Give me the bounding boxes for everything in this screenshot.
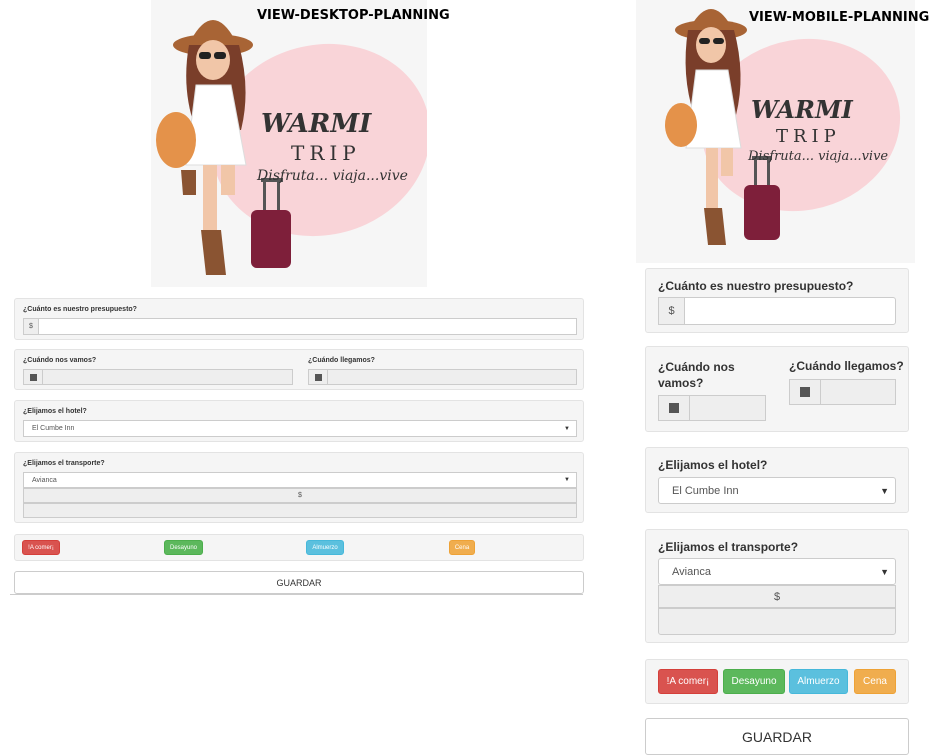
currency-addon: $ (658, 585, 896, 608)
arrive-date-label: ¿Cuándo llegamos? (789, 359, 904, 373)
calendar-icon (23, 369, 43, 385)
hotel-selected-value: El Cumbe Inn (32, 425, 75, 432)
currency-addon: $ (23, 488, 577, 503)
chevron-down-icon: ▼ (564, 477, 570, 483)
calendar-icon (789, 379, 821, 405)
budget-label: ¿Cuánto es nuestro presupuesto? (23, 306, 137, 313)
desktop-hotel-panel: ¿Elijamos el hotel? El Cumbe Inn ▼ (14, 400, 584, 442)
transport-cost-input[interactable] (658, 608, 896, 635)
desktop-budget-panel: ¿Cuánto es nuestro presupuesto? $ (14, 298, 584, 340)
arrive-date-input[interactable] (327, 369, 577, 385)
budget-label: ¿Cuánto es nuestro presupuesto? (658, 279, 854, 293)
warmi-trip-logo: WARMI TRIP Disfruta... viaja...vive (156, 20, 427, 275)
save-button[interactable]: GUARDAR (645, 718, 909, 755)
depart-date-input[interactable] (689, 395, 766, 421)
meal-button-cena[interactable]: Cena (854, 669, 896, 694)
svg-text:Disfruta... viaja...vive: Disfruta... viaja...vive (747, 149, 888, 164)
mobile-view-label: VIEW-MOBILE-PLANNING (749, 10, 930, 25)
budget-input[interactable] (684, 297, 896, 325)
mobile-budget-panel: ¿Cuánto es nuestro presupuesto? $ (645, 268, 909, 333)
depart-date-input[interactable] (42, 369, 293, 385)
mobile-meals-panel: !A comer¡ Desayuno Almuerzo Cena (645, 659, 909, 704)
hotel-select[interactable]: El Cumbe Inn ▼ (23, 420, 577, 437)
desktop-bottom-divider (10, 594, 583, 595)
transport-select[interactable]: Avianca ▼ (23, 472, 577, 488)
transport-selected-value: Avianca (32, 476, 57, 484)
mobile-hotel-panel: ¿Elijamos el hotel? El Cumbe Inn ▼ (645, 447, 909, 513)
desktop-transport-panel: ¿Elijamos el transporte? Avianca ▼ $ (14, 452, 584, 523)
desktop-hero-logo: WARMI TRIP Disfruta... viaja...vive (151, 0, 427, 287)
mobile-transport-panel: ¿Elijamos el transporte? Avianca ▼ $ (645, 529, 909, 643)
transport-label: ¿Elijamos el transporte? (23, 460, 105, 467)
depart-date-label: ¿Cuándo nos vamos? (658, 360, 735, 390)
chevron-down-icon: ▼ (880, 485, 889, 496)
meal-button-desayuno[interactable]: Desayuno (164, 540, 203, 555)
calendar-icon (658, 395, 690, 421)
currency-addon: $ (658, 297, 685, 325)
transport-select[interactable]: Avianca ▼ (658, 558, 896, 585)
budget-input[interactable] (38, 318, 577, 335)
svg-text:WARMI: WARMI (261, 109, 372, 139)
chevron-down-icon: ▼ (880, 566, 889, 577)
hotel-label: ¿Elijamos el hotel? (23, 408, 87, 415)
svg-text:WARMI: WARMI (751, 95, 854, 124)
hotel-selected-value: El Cumbe Inn (672, 484, 739, 497)
mobile-dates-panel: ¿Cuándo nos vamos? ¿Cuándo llegamos? (645, 346, 909, 432)
hotel-label: ¿Elijamos el hotel? (658, 458, 768, 472)
desktop-view-label: VIEW-DESKTOP-PLANNING (257, 8, 450, 23)
transport-label: ¿Elijamos el transporte? (658, 540, 799, 554)
currency-addon: $ (23, 318, 39, 335)
mobile-hero-logo: WARMI TRIP Disfruta... viaja...vive (636, 0, 915, 263)
svg-text:TRIP: TRIP (776, 126, 841, 147)
save-button[interactable]: GUARDAR (14, 571, 584, 594)
svg-text:TRIP: TRIP (291, 141, 361, 165)
meal-button-almuerzo[interactable]: Almuerzo (306, 540, 344, 555)
meal-button-comer[interactable]: !A comer¡ (658, 669, 718, 694)
arrive-date-input[interactable] (820, 379, 896, 405)
warmi-trip-logo: WARMI TRIP Disfruta... viaja...vive (665, 9, 901, 245)
chevron-down-icon: ▼ (564, 425, 570, 432)
transport-selected-value: Avianca (672, 565, 711, 578)
hotel-select[interactable]: El Cumbe Inn ▼ (658, 477, 896, 504)
calendar-icon (308, 369, 328, 385)
meal-button-desayuno[interactable]: Desayuno (723, 669, 785, 694)
svg-text:Disfruta... viaja...vive: Disfruta... viaja...vive (256, 168, 408, 184)
desktop-dates-panel: ¿Cuándo nos vamos? ¿Cuándo llegamos? (14, 349, 584, 390)
desktop-meals-panel: !A comer¡ Desayuno Almuerzo Cena (14, 534, 584, 561)
meal-button-comer[interactable]: !A comer¡ (22, 540, 60, 555)
meal-button-almuerzo[interactable]: Almuerzo (789, 669, 848, 694)
arrive-date-label: ¿Cuándo llegamos? (308, 357, 375, 364)
depart-date-label: ¿Cuándo nos vamos? (23, 357, 97, 364)
transport-cost-input[interactable] (23, 503, 577, 518)
meal-button-cena[interactable]: Cena (449, 540, 475, 555)
